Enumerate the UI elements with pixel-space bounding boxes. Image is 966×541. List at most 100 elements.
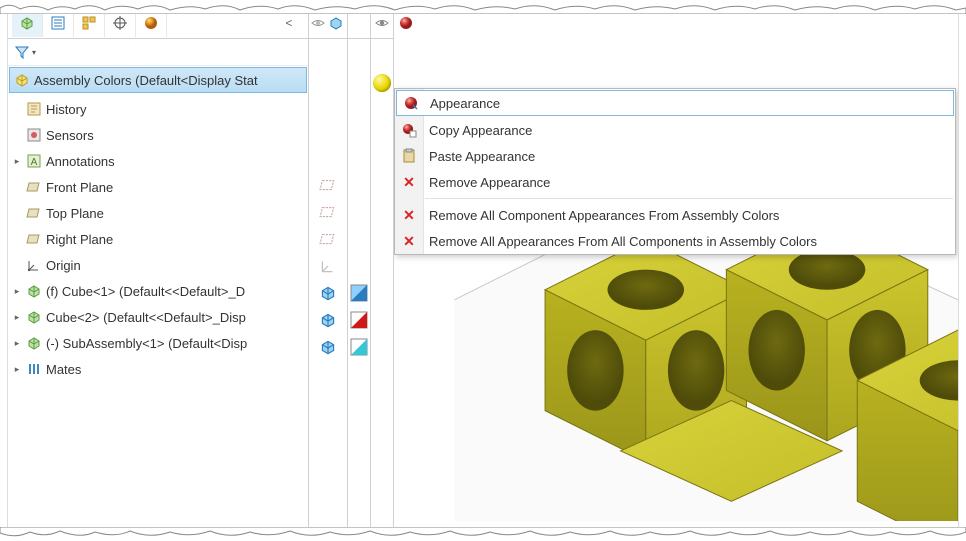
- expand-toggle-icon[interactable]: [12, 104, 22, 114]
- funnel-icon[interactable]: [14, 44, 30, 60]
- assembly-root-icon: [14, 72, 30, 88]
- expand-toggle-icon[interactable]: [12, 234, 22, 244]
- expand-toggle-icon[interactable]: [12, 182, 22, 192]
- chevron-left-icon: <: [285, 16, 292, 30]
- tree-item[interactable]: ▸(-) SubAssembly<1> (Default<Disp: [8, 330, 308, 356]
- comp-icon: [26, 283, 42, 299]
- tree-item[interactable]: ▸(f) Cube<1> (Default<<Default>_D: [8, 278, 308, 304]
- display-pane-cell[interactable]: [309, 252, 347, 279]
- hide-show-icon[interactable]: [309, 14, 327, 32]
- torn-edge-top: [0, 0, 966, 14]
- list-icon: [50, 15, 66, 31]
- expand-toggle-icon[interactable]: [12, 260, 22, 270]
- tree-item-label: Front Plane: [46, 180, 113, 195]
- appearance-swatch[interactable]: [348, 333, 370, 360]
- plane-ghost-icon: [319, 230, 337, 248]
- menu-item-label: Remove Appearance: [429, 175, 550, 190]
- clipboard-icon: [401, 148, 417, 164]
- display-mode-icon[interactable]: [327, 14, 345, 32]
- appearance-preview-sphere[interactable]: [373, 74, 391, 92]
- menu-item-label: Appearance: [430, 96, 500, 111]
- target-icon: [112, 15, 128, 31]
- tree-item[interactable]: Origin: [8, 252, 308, 278]
- tree-item-label: Annotations: [46, 154, 115, 169]
- remove-x-icon: ✕: [403, 233, 415, 250]
- appearance-indicator-column: [371, 8, 394, 533]
- menu-item[interactable]: ✕ Remove All Component Appearances From A…: [395, 202, 955, 228]
- display-pane-cell[interactable]: [309, 171, 347, 198]
- tree-item[interactable]: Right Plane: [8, 226, 308, 252]
- display-state-column: [309, 8, 348, 533]
- menu-item[interactable]: ✕ Remove All Appearances From All Compone…: [395, 228, 955, 254]
- plane-icon: [26, 205, 42, 221]
- tree-item[interactable]: ▸ A Annotations: [8, 148, 308, 174]
- appearance-context-menu: Appearance Copy Appearance Paste Appearanc…: [394, 88, 956, 255]
- appearance-ball-small-icon[interactable]: [398, 15, 414, 31]
- display-pane-cell[interactable]: [309, 198, 347, 225]
- svg-text:A: A: [31, 157, 38, 168]
- expand-toggle-icon[interactable]: ▸: [12, 364, 22, 374]
- tree-item-label: Top Plane: [46, 206, 104, 221]
- tree-item[interactable]: ▸Cube<2> (Default<<Default>_Disp: [8, 304, 308, 330]
- menu-item-icon: [400, 121, 418, 139]
- menu-item[interactable]: Appearance: [396, 90, 954, 116]
- display-pane-cell[interactable]: [309, 225, 347, 252]
- menu-item-icon: [402, 94, 420, 112]
- remove-x-icon: ✕: [403, 207, 415, 224]
- plane-ghost-icon: [319, 176, 337, 194]
- appearance-swatch[interactable]: [348, 306, 370, 333]
- plane-ghost-icon: [319, 203, 337, 221]
- expand-toggle-icon[interactable]: ▸: [12, 286, 22, 296]
- tree-item[interactable]: Top Plane: [8, 200, 308, 226]
- display-pane-cell[interactable]: [309, 306, 347, 333]
- sensors-icon: [26, 127, 42, 143]
- tree-item[interactable]: History: [8, 96, 308, 122]
- menu-separator: [425, 198, 953, 199]
- plane-icon: [26, 179, 42, 195]
- menu-item-icon: ✕: [400, 173, 418, 191]
- mates-icon: [26, 361, 42, 377]
- cube-blue-icon: [319, 284, 337, 302]
- menu-item[interactable]: ✕ Remove Appearance: [395, 169, 955, 195]
- menu-item-icon: ✕: [400, 232, 418, 250]
- menu-item-label: Remove All Component Appearances From As…: [429, 208, 779, 223]
- expand-toggle-icon[interactable]: ▸: [12, 338, 22, 348]
- torn-edge-bottom: [0, 527, 966, 541]
- main-content: < ▾ Assembly Colors (Default<Display Sta…: [8, 8, 958, 533]
- tree-item[interactable]: Sensors: [8, 122, 308, 148]
- plane-icon: [26, 231, 42, 247]
- app-frame: < ▾ Assembly Colors (Default<Display Sta…: [0, 0, 966, 541]
- menu-item-label: Copy Appearance: [429, 123, 532, 138]
- tree-item[interactable]: ▸Mates: [8, 356, 308, 382]
- cube-blue-icon: [319, 311, 337, 329]
- expand-toggle-icon[interactable]: [12, 130, 22, 140]
- menu-item[interactable]: Paste Appearance: [395, 143, 955, 169]
- appearance-swatch-column: [348, 8, 371, 533]
- expand-toggle-icon[interactable]: ▸: [12, 156, 22, 166]
- display-pane-cell[interactable]: [309, 333, 347, 360]
- appearance-ball-icon: [403, 95, 419, 111]
- origin-icon: [26, 257, 42, 273]
- display-pane-cell[interactable]: [309, 279, 347, 306]
- tree-item-label: Origin: [46, 258, 81, 273]
- tree-root-row[interactable]: Assembly Colors (Default<Display Stat: [9, 67, 307, 93]
- eye-icon[interactable]: [374, 15, 390, 31]
- expand-toggle-icon[interactable]: [12, 208, 22, 218]
- history-icon: [26, 101, 42, 117]
- graphics-viewport[interactable]: Appearance Copy Appearance Paste Appearanc…: [394, 8, 958, 533]
- appearance-ball-icon: [143, 15, 159, 31]
- dropdown-caret-icon[interactable]: ▾: [32, 48, 36, 57]
- menu-item-label: Remove All Appearances From All Componen…: [429, 234, 817, 249]
- tree-item[interactable]: Front Plane: [8, 174, 308, 200]
- expand-toggle-icon[interactable]: ▸: [12, 312, 22, 322]
- root-label: Assembly Colors (Default<Display Stat: [34, 73, 258, 88]
- appearance-swatch[interactable]: [348, 279, 370, 306]
- feature-tree: History Sensors ▸ A Annotations Front Plane To…: [8, 94, 308, 527]
- tree-item-label: Right Plane: [46, 232, 113, 247]
- swatch-icon: [350, 338, 368, 356]
- menu-item-label: Paste Appearance: [429, 149, 535, 164]
- cube-blue-icon: [319, 338, 337, 356]
- tree-item-label: Sensors: [46, 128, 94, 143]
- tree-item-label: History: [46, 102, 86, 117]
- menu-item[interactable]: Copy Appearance: [395, 117, 955, 143]
